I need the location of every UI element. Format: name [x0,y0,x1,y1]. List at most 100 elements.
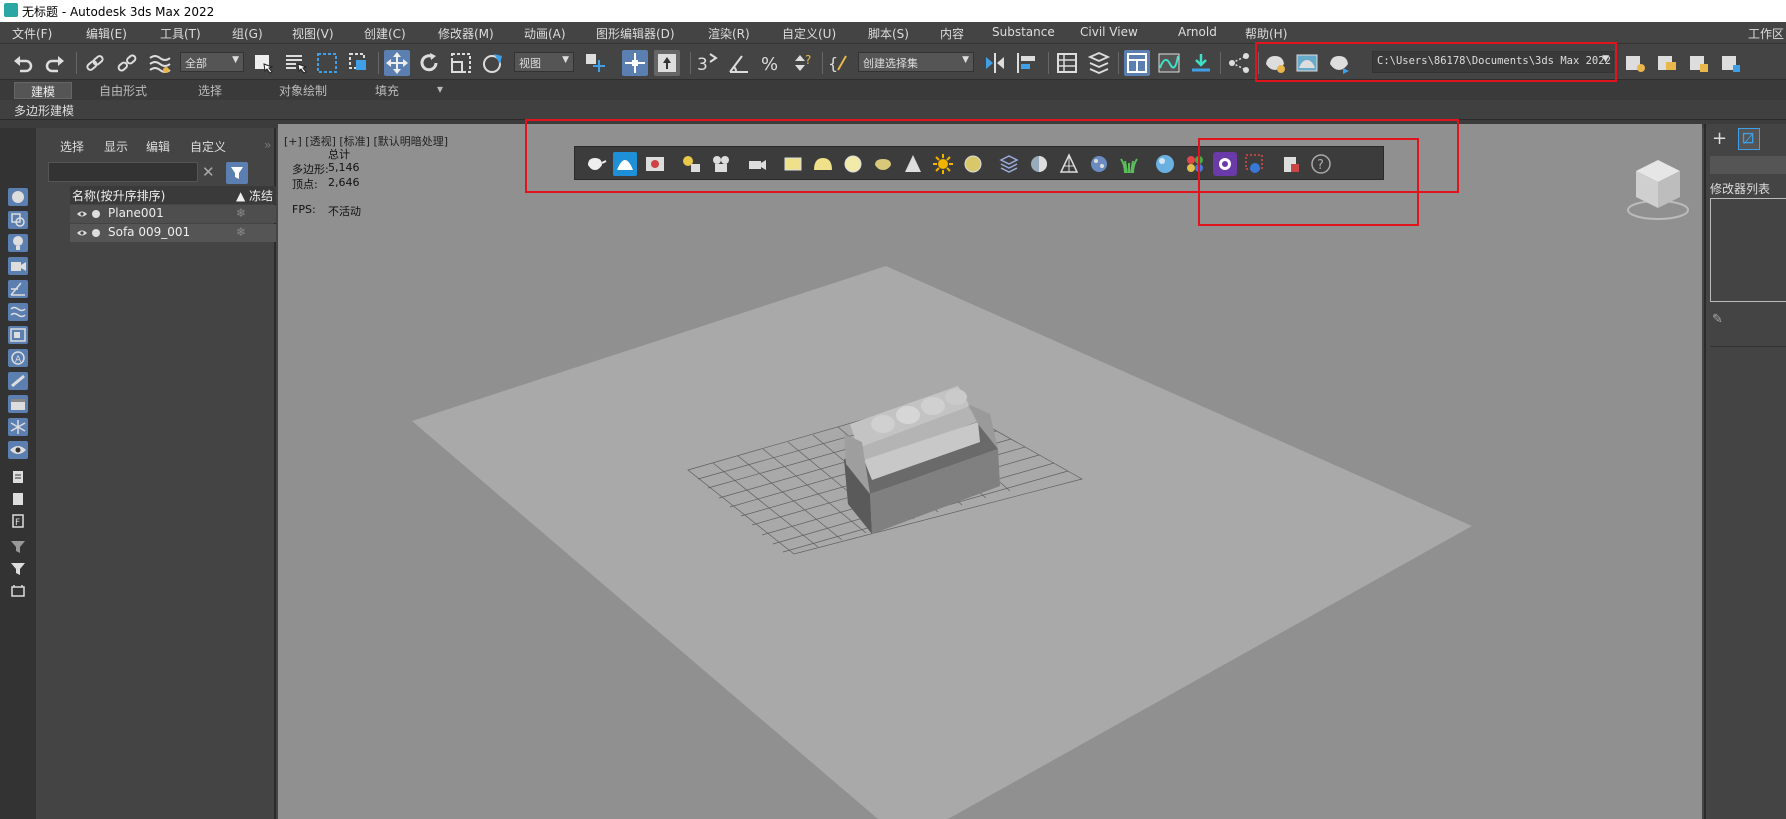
spot-light-icon[interactable] [901,152,925,176]
display-bones-icon[interactable] [8,372,28,390]
freeze-icon[interactable]: ❄ [236,225,246,239]
mirror-icon[interactable] [982,50,1008,76]
clear-search-icon[interactable]: ✕ [202,163,220,181]
align-icon[interactable] [1014,50,1040,76]
particles-icon[interactable] [1087,152,1111,176]
display-none-icon[interactable] [8,490,28,508]
display-hidden-icon[interactable] [8,441,28,459]
display-containers-icon[interactable] [8,395,28,413]
explorer-tab-customize[interactable]: 自定义 [190,138,226,155]
spinner-snap-icon[interactable]: ? [790,50,816,76]
polygon-modeling-label[interactable]: 多边形建模 [14,102,74,119]
viewport-label[interactable]: [+] [透视] [标准] [默认明暗处理] [284,133,448,149]
select-manipulate-icon[interactable] [622,50,648,76]
display-spacewarps-icon[interactable] [8,303,28,321]
window-crossing-icon[interactable] [346,50,372,76]
table-row[interactable]: Sofa 009_001 ❄ [70,224,276,242]
menu-modifiers[interactable]: 修改器(M) [438,25,494,42]
display-frozen-icon[interactable] [8,418,28,436]
perspective-viewport[interactable]: [+] [透视] [标准] [默认明暗处理] 总计 多边形: 5,146 顶点:… [278,124,1702,819]
ribbon-options-icon[interactable]: ▾ [428,82,452,99]
camera-icon[interactable] [745,152,769,176]
volume-icon[interactable] [997,152,1021,176]
dope-sheet-icon[interactable] [1188,50,1214,76]
mesh-light-icon[interactable] [871,152,895,176]
help-icon[interactable]: ? [1309,152,1333,176]
create-project-icon[interactable] [1686,50,1712,76]
alembic-icon[interactable] [1057,152,1081,176]
project-settings-icon[interactable] [1718,50,1744,76]
bind-spacewarp-icon[interactable] [146,50,172,76]
menu-animation[interactable]: 动画(A) [524,25,566,42]
workspace-label[interactable]: 工作区 [1748,25,1784,42]
select-by-name-icon[interactable] [282,50,308,76]
sun-light-icon[interactable] [931,152,955,176]
display-geometry-icon[interactable] [8,188,28,206]
keyboard-shortcut-icon[interactable] [654,50,680,76]
freeze-icon[interactable]: ❄ [236,206,246,220]
menu-civil-view[interactable]: Civil View [1080,25,1138,39]
snaps-toggle-icon[interactable]: 3 [694,50,720,76]
menu-graph-editors[interactable]: 图形编辑器(D) [596,25,675,42]
curve-editor-icon[interactable] [1156,50,1182,76]
menu-help[interactable]: 帮助(H) [1245,25,1287,42]
pin-stack-icon[interactable]: ✎ [1712,312,1723,327]
reference-coord-dropdown[interactable]: 视图 ▼ [514,52,574,72]
pivot-center-icon[interactable] [582,50,608,76]
skydome-light-icon[interactable] [811,152,835,176]
filter-options-icon[interactable] [8,538,28,556]
menu-edit[interactable]: 编辑(E) [86,25,127,42]
explorer-search-input[interactable] [48,162,198,182]
modify-tab-icon[interactable] [1738,128,1760,150]
place-icon[interactable] [480,50,506,76]
link-icon[interactable] [82,50,108,76]
edit-named-sets-icon[interactable]: { [826,50,852,76]
photometric-light-icon[interactable] [961,152,985,176]
schematic-view-icon[interactable] [1226,50,1252,76]
menu-tools[interactable]: 工具(T) [160,25,201,42]
explorer-expand-icon[interactable]: » [264,138,271,152]
teapot-icon[interactable] [583,152,607,176]
unlink-icon[interactable] [114,50,140,76]
light-list-icon[interactable] [679,152,703,176]
selection-filter-dropdown[interactable]: 全部 ▼ [180,52,244,72]
display-all-icon[interactable] [8,468,28,486]
explorer-tab-edit[interactable]: 编辑 [146,138,170,155]
scene-explorer-icon[interactable] [1124,50,1150,76]
move-icon[interactable] [384,50,410,76]
shadow-matte-icon[interactable] [1027,152,1051,176]
menu-rendering[interactable]: 渲染(R) [708,25,750,42]
render-setup-icon[interactable] [1262,50,1288,76]
point-light-icon[interactable] [841,152,865,176]
camera-list-icon[interactable] [709,152,733,176]
menu-content[interactable]: 内容 [940,25,964,42]
material-editor-icon[interactable] [1153,152,1177,176]
container-icon[interactable] [8,582,28,600]
layer-explorer-icon[interactable] [1054,50,1080,76]
rendered-frame-window-icon[interactable] [1294,50,1320,76]
license-icon[interactable] [1279,152,1303,176]
find-filter-icon[interactable] [226,162,248,184]
ribbon-tab-freeform[interactable]: 自由形式 [88,82,158,99]
material-library-icon[interactable] [1183,152,1207,176]
select-object-icon[interactable] [250,50,276,76]
rotate-icon[interactable] [416,50,442,76]
ribbon-tab-populate[interactable]: 填充 [362,82,412,99]
menu-arnold[interactable]: Arnold [1178,25,1217,39]
table-row[interactable]: Plane001 ❄ [70,205,276,223]
environment-icon[interactable] [613,152,637,176]
menu-scripting[interactable]: 脚本(S) [868,25,909,42]
visibility-eye-icon[interactable] [76,227,88,239]
rect-selection-icon[interactable] [314,50,340,76]
column-header[interactable]: 名称(按升序排序) ▲ 冻结 [70,186,276,204]
toggle-ribbon-icon[interactable] [1086,50,1112,76]
column-name-header[interactable]: 名称(按升序排序) [72,187,165,204]
display-xrefs-icon[interactable]: A [8,349,28,367]
arnold-icon[interactable] [1213,152,1237,176]
render-production-icon[interactable] [1326,50,1352,76]
object-name-field[interactable] [1710,156,1786,174]
scale-icon[interactable] [448,50,474,76]
menu-substance[interactable]: Substance [992,25,1055,39]
modifier-list-dropdown[interactable]: 修改器列表 [1710,180,1770,197]
menu-file[interactable]: 文件(F) [12,25,52,42]
